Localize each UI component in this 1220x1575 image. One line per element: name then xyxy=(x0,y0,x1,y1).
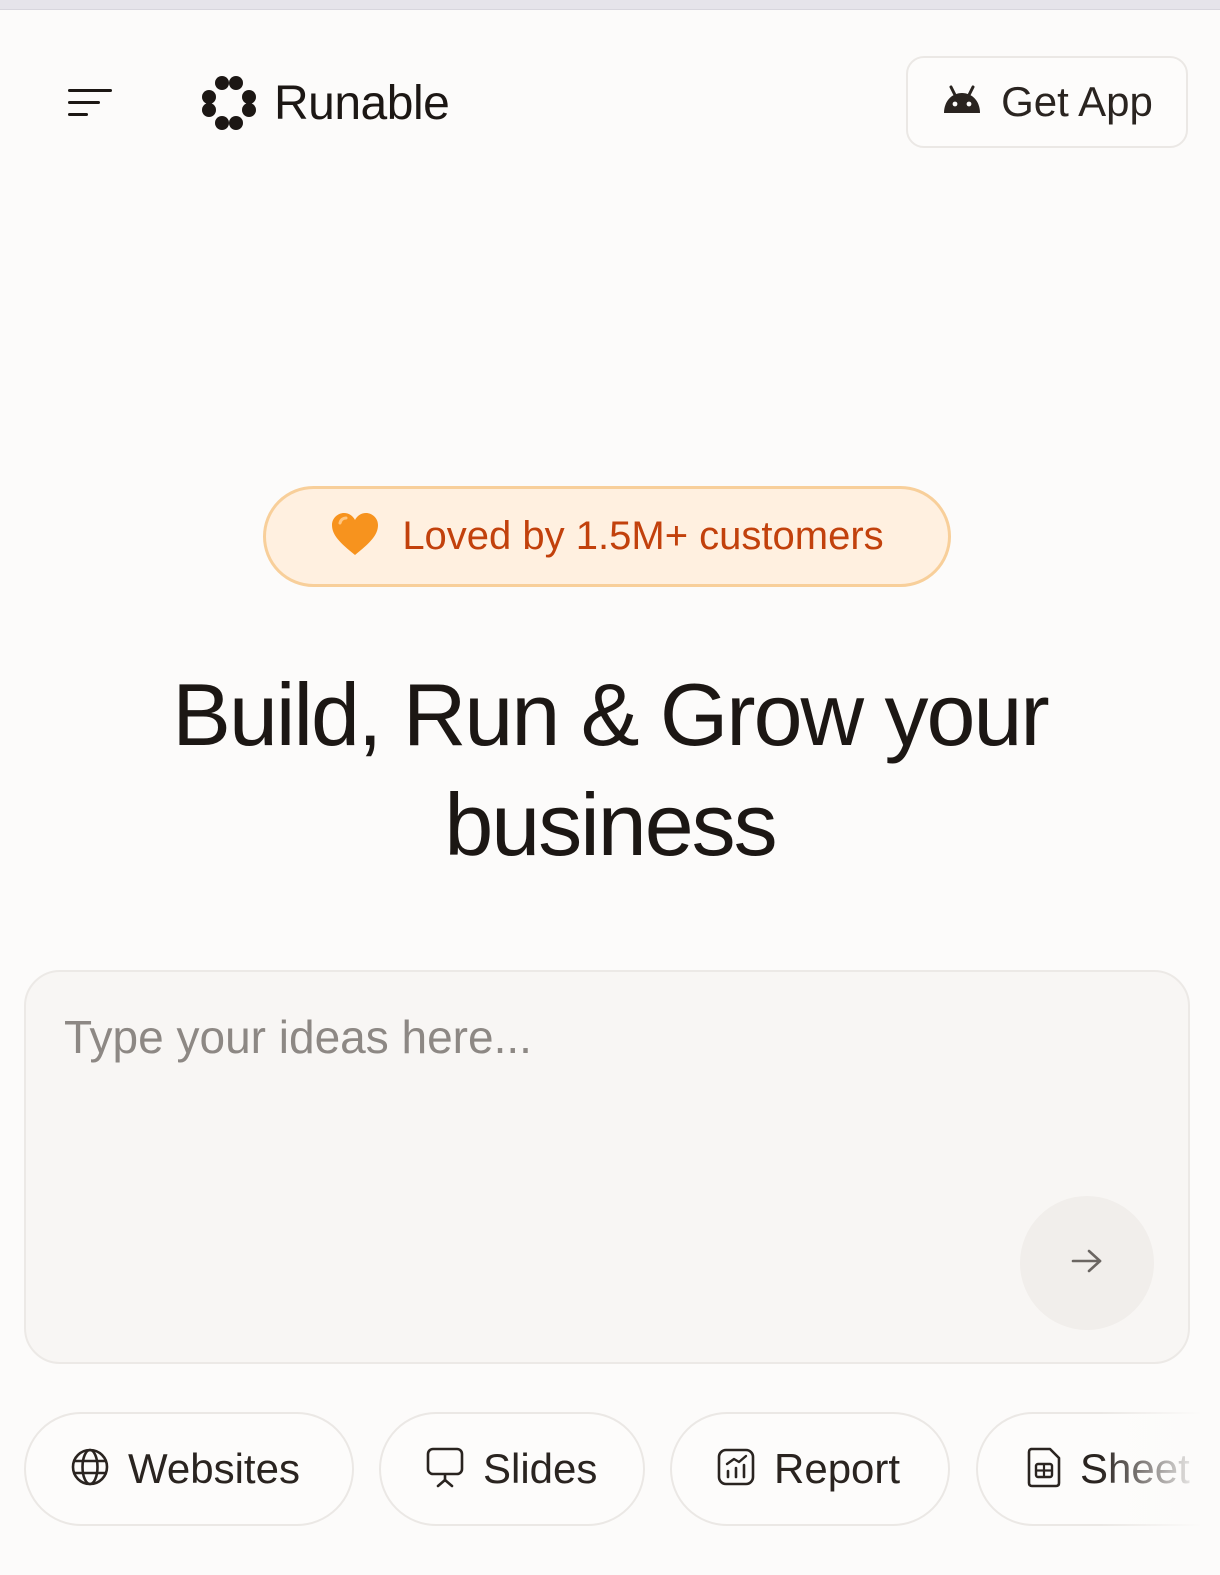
send-button[interactable] xyxy=(1020,1196,1154,1330)
badge-text: Loved by 1.5M+ customers xyxy=(402,514,884,558)
chip-label: Websites xyxy=(128,1445,300,1492)
chip-slides[interactable]: Slides xyxy=(379,1412,645,1526)
get-app-label: Get App xyxy=(1001,78,1153,125)
chip-sheet[interactable]: Sheet xyxy=(976,1412,1220,1526)
get-app-button[interactable]: Get App xyxy=(906,56,1188,148)
presentation-icon xyxy=(425,1446,465,1493)
menu-icon-line-1 xyxy=(68,89,112,92)
arrow-right-icon xyxy=(1070,1247,1104,1280)
menu-icon-line-2 xyxy=(68,101,100,104)
prompt-input[interactable] xyxy=(62,1008,1026,1312)
chip-report[interactable]: Report xyxy=(670,1412,950,1526)
chip-label: Report xyxy=(774,1445,901,1492)
social-proof-badge: Loved by 1.5M+ customers xyxy=(263,486,951,587)
chart-report-icon xyxy=(716,1447,756,1492)
spreadsheet-icon xyxy=(1026,1446,1062,1493)
hero-title-line-2: business xyxy=(444,775,777,874)
hero-title-line-1: Build, Run & Grow your xyxy=(172,665,1049,764)
brand-name: Runable xyxy=(274,76,450,130)
category-chips: Websites Slides Report Sheet xyxy=(0,1412,1220,1528)
android-icon xyxy=(941,85,983,120)
menu-icon-line-3 xyxy=(68,113,88,116)
chip-websites[interactable]: Websites xyxy=(24,1412,354,1526)
orange-heart-icon xyxy=(330,511,380,562)
chip-label: Sheet xyxy=(1080,1445,1190,1492)
chip-label: Slides xyxy=(483,1445,598,1492)
brand-logo[interactable]: Runable xyxy=(200,70,450,136)
menu-button[interactable] xyxy=(60,80,120,126)
hero-title: Build, Run & Grow your business xyxy=(100,660,1120,880)
prompt-box xyxy=(24,970,1190,1364)
runable-logo-icon xyxy=(200,74,258,132)
browser-top-strip xyxy=(0,0,1220,10)
globe-icon xyxy=(70,1447,110,1492)
